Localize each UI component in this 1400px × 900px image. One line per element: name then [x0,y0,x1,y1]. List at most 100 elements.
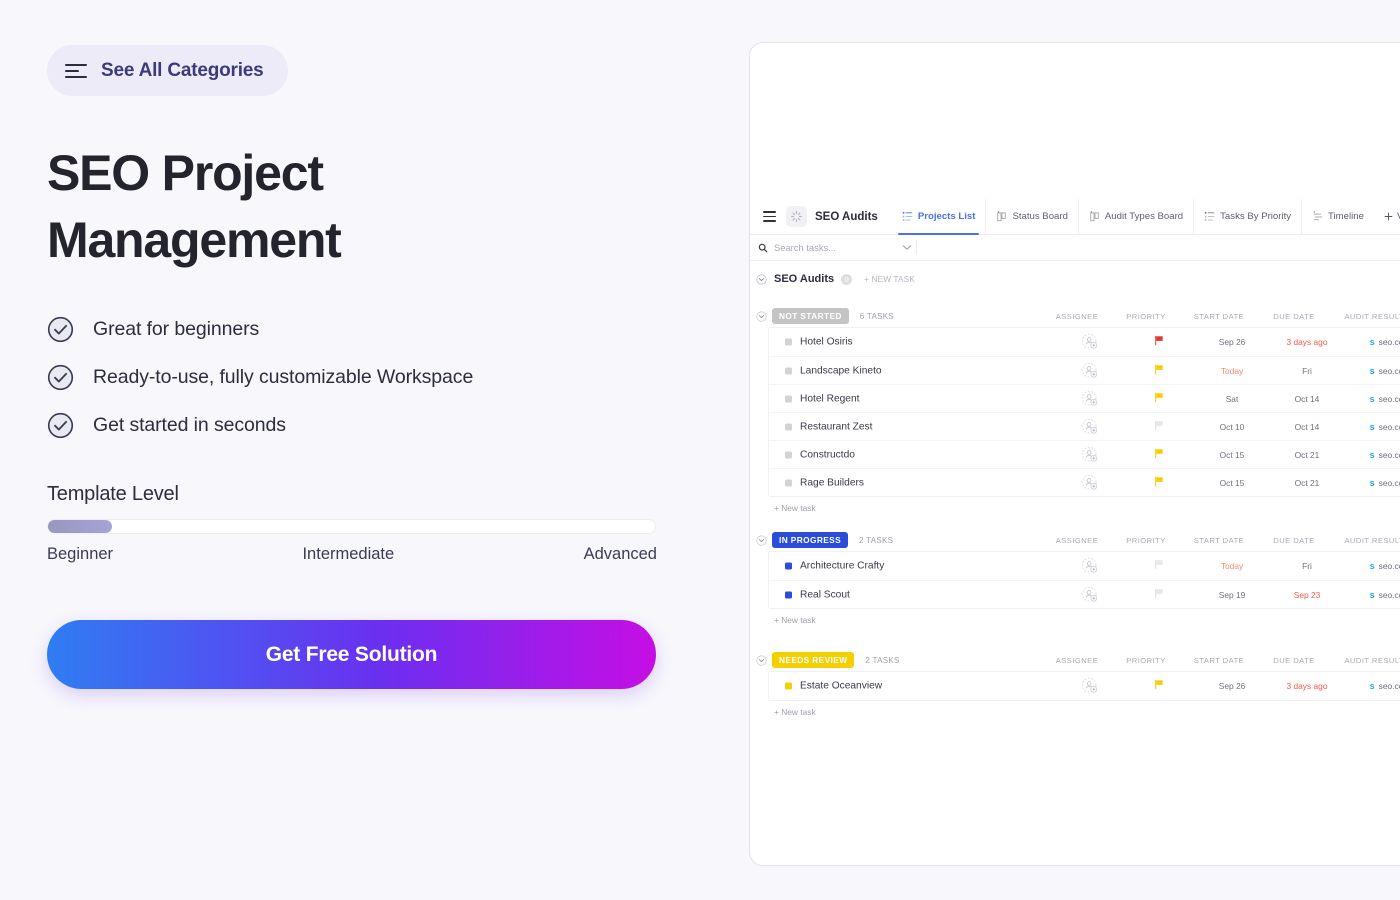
audit-results-cell[interactable]: s seo.com [1370,450,1400,460]
start-date-cell[interactable]: Oct 10 [1220,422,1245,432]
status-dot[interactable] [785,682,792,690]
due-date-cell[interactable]: Sep 23 [1294,590,1321,600]
status-dot[interactable] [785,367,792,374]
priority-cell[interactable] [1154,446,1165,464]
chevron-down-icon[interactable] [902,244,912,251]
chevron-down-icon[interactable] [756,534,767,546]
table-row[interactable]: Constructdo Oct 15 Oct 21 s seo.com [769,440,1400,468]
column-header[interactable]: START DATE [1194,312,1244,321]
status-badge[interactable]: NOT STARTED [772,308,849,324]
assignee-avatar-placeholder[interactable] [1081,418,1099,436]
due-date-cell[interactable]: Oct 21 [1295,478,1320,488]
status-dot[interactable] [785,562,792,570]
audit-results-cell[interactable]: s seo.com [1370,366,1400,376]
audit-results-cell[interactable]: s seo.com [1370,681,1400,691]
add-new-task-row[interactable]: + New task [750,609,1400,625]
assignee-avatar-placeholder[interactable] [1081,677,1099,695]
priority-flag-normal-icon[interactable] [1154,364,1165,375]
column-header[interactable]: START DATE [1194,656,1244,665]
chevron-down-icon[interactable] [756,273,767,285]
start-date-cell[interactable]: Oct 15 [1220,450,1245,460]
assignee-avatar-placeholder[interactable] [1081,586,1099,604]
get-free-solution-button[interactable]: Get Free Solution [47,620,656,689]
column-header[interactable]: DUE DATE [1273,656,1314,665]
column-header[interactable]: DUE DATE [1273,312,1314,321]
start-date-cell[interactable]: Sat [1226,394,1239,404]
priority-flag-urgent-icon[interactable] [1154,335,1165,346]
tab-audit-types-board[interactable]: Audit Types Board [1077,198,1193,235]
audit-results-cell[interactable]: s seo.com [1370,394,1400,404]
column-header[interactable]: AUDIT RESULTS [1344,536,1400,545]
due-date-cell[interactable]: Fri [1302,366,1312,376]
due-date-cell[interactable]: 3 days ago [1287,337,1328,347]
chevron-down-icon[interactable] [756,310,767,322]
due-date-cell[interactable]: Fri [1302,561,1312,571]
priority-flag-normal-icon[interactable] [1154,679,1165,690]
table-row[interactable]: Rage Builders Oct 15 Oct 21 s seo.com [769,468,1400,496]
assignee-avatar-placeholder[interactable] [1081,362,1099,380]
assignee-avatar-placeholder[interactable] [1081,390,1099,408]
column-header[interactable]: AUDIT RESULTS [1344,656,1400,665]
priority-flag-empty-icon[interactable] [1154,588,1165,599]
priority-cell[interactable] [1154,474,1165,492]
status-dot[interactable] [785,423,792,430]
start-date-cell[interactable]: Today [1221,561,1243,571]
start-date-cell[interactable]: Today [1221,366,1243,376]
due-date-cell[interactable]: Oct 14 [1295,394,1320,404]
status-dot[interactable] [785,338,792,346]
table-row[interactable]: Real Scout Sep 19 Sep 23 s seo.com [769,580,1400,608]
status-dot[interactable] [785,591,792,598]
status-badge[interactable]: IN PROGRESS [772,532,849,548]
column-header[interactable]: DUE DATE [1273,536,1314,545]
start-date-cell[interactable]: Sep 19 [1219,590,1246,600]
hamburger-icon[interactable] [763,211,776,222]
column-header[interactable]: PRIORITY [1126,536,1165,545]
new-task-button[interactable]: + NEW TASK [864,275,915,284]
audit-results-cell[interactable]: s seo.com [1370,337,1400,347]
audit-results-cell[interactable]: s seo.com [1370,590,1400,600]
priority-cell[interactable] [1154,677,1165,695]
status-dot[interactable] [785,451,792,458]
see-all-categories-button[interactable]: See All Categories [47,45,288,96]
table-row[interactable]: Landscape Kineto Today Fri s seo.com [769,356,1400,384]
search-input[interactable]: Search tasks... [750,242,912,253]
status-dot[interactable] [785,479,792,486]
audit-results-cell[interactable]: s seo.com [1370,478,1400,488]
table-row[interactable]: Hotel Osiris Sep 26 3 days ago s seo.com [769,328,1400,356]
start-date-cell[interactable]: Sep 26 [1219,681,1246,691]
column-header[interactable]: ASSIGNEE [1056,536,1098,545]
column-header[interactable]: PRIORITY [1126,656,1165,665]
assignee-avatar-placeholder[interactable] [1081,474,1099,492]
column-header[interactable]: ASSIGNEE [1056,656,1098,665]
tab-status-board[interactable]: Status Board [985,198,1077,235]
column-header[interactable]: PRIORITY [1126,312,1165,321]
priority-flag-empty-icon[interactable] [1154,420,1165,431]
audit-results-cell[interactable]: s seo.com [1370,561,1400,571]
assignee-avatar-placeholder[interactable] [1081,446,1099,464]
chevron-down-icon[interactable] [756,654,767,666]
tab-projects-list[interactable]: Projects List [892,199,986,235]
priority-cell[interactable] [1154,557,1165,575]
template-level-slider[interactable] [47,519,656,534]
assignee-avatar-placeholder[interactable] [1081,557,1099,575]
due-date-cell[interactable]: 3 days ago [1287,681,1328,691]
start-date-cell[interactable]: Sep 26 [1219,337,1246,347]
add-new-task-row[interactable]: + New task [750,497,1400,513]
add-new-task-row[interactable]: + New task [750,701,1400,717]
status-badge[interactable]: NEEDS REVIEW [772,652,855,668]
priority-flag-normal-icon[interactable] [1154,392,1165,403]
assignee-avatar-placeholder[interactable] [1081,333,1099,351]
priority-flag-empty-icon[interactable] [1154,559,1165,570]
tab-timeline[interactable]: Timeline [1301,198,1374,235]
table-row[interactable]: Architecture Crafty Today Fri s seo.com [769,552,1400,580]
due-date-cell[interactable]: Oct 21 [1295,450,1320,460]
start-date-cell[interactable]: Oct 15 [1220,478,1245,488]
status-dot[interactable] [785,395,792,402]
column-header[interactable]: START DATE [1194,536,1244,545]
priority-flag-normal-icon[interactable] [1154,448,1165,459]
table-row[interactable]: Restaurant Zest Oct 10 Oct 14 s seo.com [769,412,1400,440]
table-row[interactable]: Estate Oceanview Sep 26 3 days ago s seo.… [769,672,1400,700]
priority-cell[interactable] [1154,418,1165,436]
table-row[interactable]: Hotel Regent Sat Oct 14 s seo.com [769,384,1400,412]
priority-cell[interactable] [1154,586,1165,604]
